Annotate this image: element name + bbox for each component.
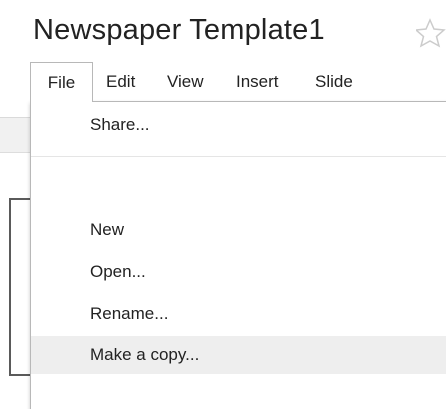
menu-item-share[interactable]: Share... [31, 106, 446, 144]
slide-thumbnail[interactable] [9, 198, 31, 376]
toolbar [0, 118, 30, 153]
menu-bar: File Edit View Insert Slide [30, 62, 446, 102]
menu-slide[interactable]: Slide [315, 62, 353, 101]
menu-insert[interactable]: Insert [236, 62, 279, 101]
document-title[interactable]: Newspaper Template1 [33, 14, 325, 47]
menu-file[interactable]: File [30, 62, 93, 102]
menu-separator [31, 156, 446, 157]
menu-item-rename[interactable]: Rename... [31, 295, 446, 333]
star-icon[interactable] [416, 18, 446, 50]
app-window: Newspaper Template1 File Edit View Inser… [0, 0, 446, 409]
menu-edit[interactable]: Edit [106, 62, 135, 101]
file-menu-dropdown: Share... New Open... Rename... Make a co… [30, 101, 446, 409]
menu-item-make-a-copy[interactable]: Make a copy... [31, 336, 446, 374]
menu-view[interactable]: View [167, 62, 204, 101]
menu-item-open[interactable]: Open... [31, 253, 446, 291]
menu-item-new[interactable]: New [31, 211, 446, 249]
